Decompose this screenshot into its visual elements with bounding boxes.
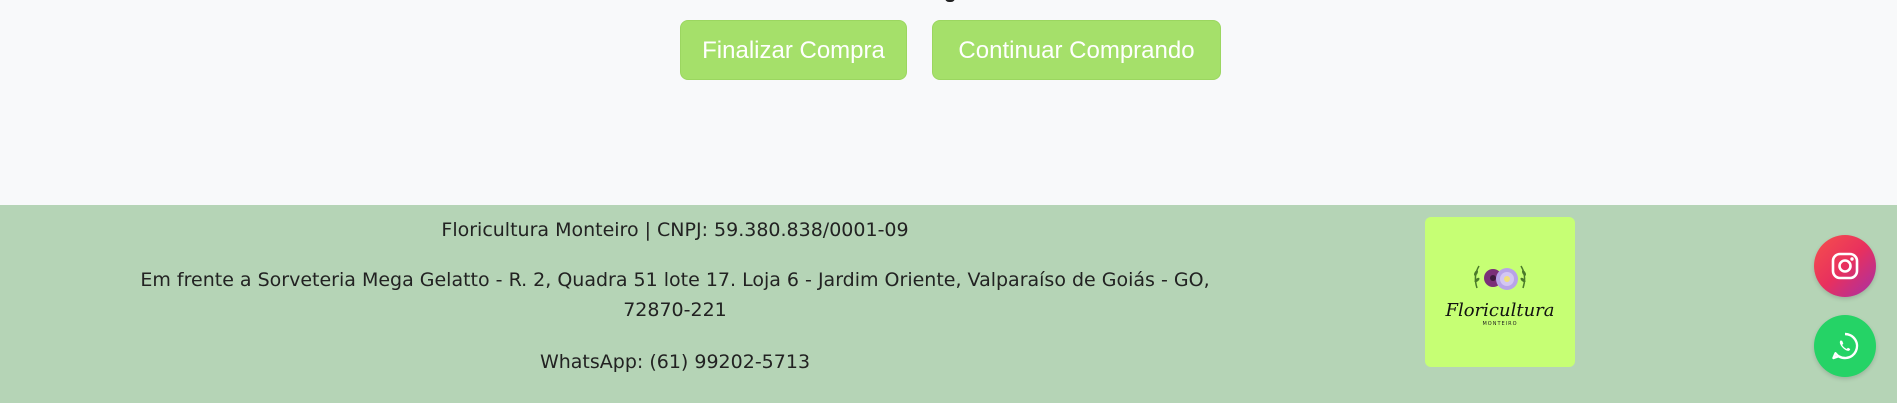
instagram-button[interactable] bbox=[1814, 235, 1876, 297]
footer-address: Em frente a Sorveteria Mega Gelatto - R.… bbox=[140, 269, 1210, 321]
logo-subtitle: MONTEIRO bbox=[1482, 320, 1518, 327]
whatsapp-button[interactable] bbox=[1814, 315, 1876, 377]
floricultura-logo: Floricultura MONTEIRO bbox=[1425, 217, 1575, 367]
footer-whatsapp: WhatsApp: (61) 99202-5713 bbox=[539, 351, 811, 373]
continuar-comprando-button[interactable]: Continuar Comprando bbox=[932, 20, 1221, 80]
whatsapp-icon bbox=[1832, 332, 1859, 360]
footer-company-info: Floricultura Monteiro | CNPJ: 59.380.838… bbox=[441, 219, 909, 241]
page: Finalizar Compra Continuar Comprando Flo… bbox=[0, 0, 1897, 403]
logo-title: Floricultura bbox=[1445, 299, 1555, 321]
cart-actions-section: Finalizar Compra Continuar Comprando bbox=[0, 0, 1897, 205]
instagram-icon bbox=[1831, 252, 1859, 280]
finalizar-compra-button[interactable]: Finalizar Compra bbox=[680, 20, 907, 80]
flower-logo-icon bbox=[1474, 265, 1526, 290]
cut-off-text-fragment bbox=[945, 0, 955, 2]
footer: Floricultura Monteiro | CNPJ: 59.380.838… bbox=[0, 205, 1897, 403]
